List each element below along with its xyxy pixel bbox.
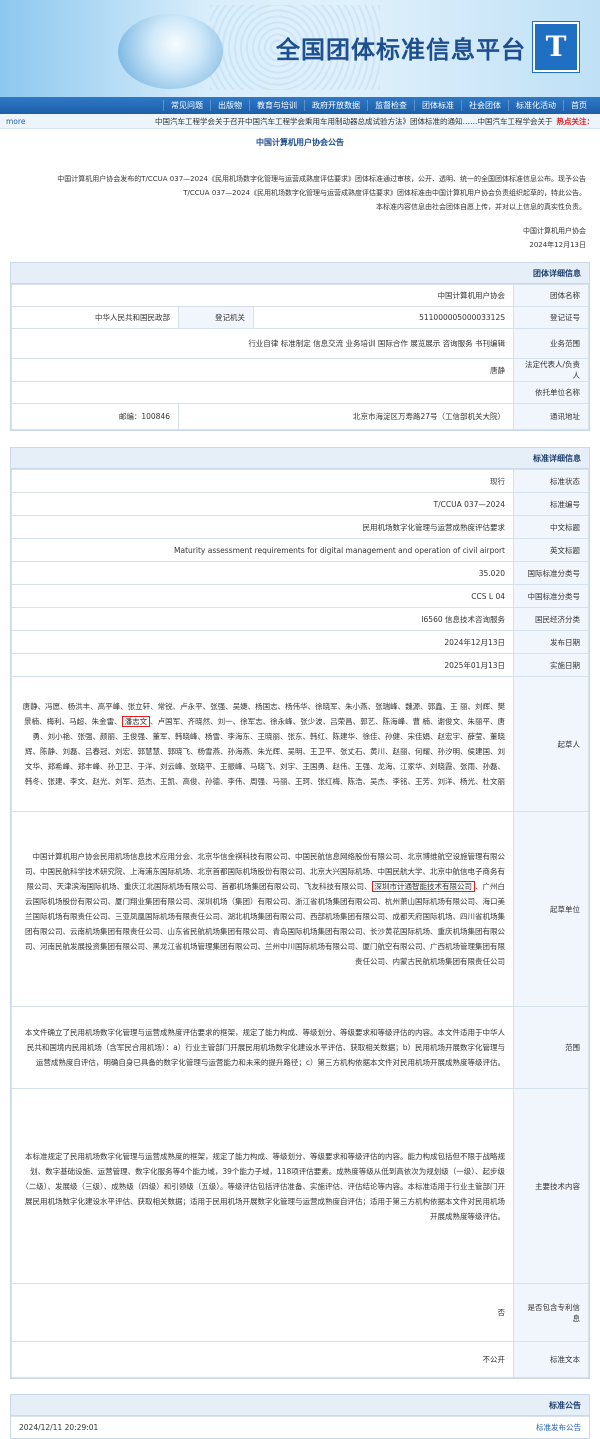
nav-faq[interactable]: 常见问题 (163, 100, 210, 111)
hot-topics-bar: 热点关注： 中国汽车工程学会关于召开中国汽车工程学会乘用车用制动器总成试验方法》… (0, 114, 600, 129)
std-cn-label: 中文标题 (513, 515, 589, 539)
std-no-value: T/CCUA 037—2024 (11, 492, 514, 516)
globe-decoration (118, 14, 223, 89)
org-name-label: 团体名称 (513, 284, 589, 307)
logo-mark: T (545, 30, 567, 63)
std-status-value: 现行 (11, 469, 514, 493)
std-impl-value: 2025年01月13日 (11, 653, 514, 677)
notice-signature: 中国计算机用户协会 2024年12月13日 (0, 224, 600, 252)
unit-highlight: 深圳市计通智能技术有限公司 (371, 881, 475, 892)
std-ics-label: 国际标准分类号 (513, 561, 589, 585)
std-text-label: 标准文本 (513, 1341, 589, 1378)
standard-panel: 标准详细信息 现行 标准状态 T/CCUA 037—2024 标准编号 民用机场数字… (10, 447, 590, 1379)
org-postcode-label: 邮编： (118, 412, 142, 421)
main-nav: 首页 标准化活动 社会团体 团体标准 监督检查 政府开放数据 教育与培训 出版物… (0, 97, 600, 114)
std-ccs-label: 中国标准分类号 (513, 584, 589, 608)
nav-group-standards[interactable]: 团体标准 (414, 100, 461, 111)
site-title: 全国团体标准信息平台 (276, 36, 526, 64)
drafters-part2: 、卢国军、齐晓然、刘一、徐军志、徐永峰、张少波、吕荣昌、郭艺、陈海峰、曹 楠、谢… (25, 717, 505, 786)
announce-link[interactable]: 标准发布公告 (536, 1422, 581, 1433)
nav-supervision[interactable]: 监督检查 (367, 100, 414, 111)
announce-row: 2024/12/11 20:29:01 标准发布公告 (11, 1416, 589, 1438)
std-tech-value: 本标准规定了民用机场数字化管理与运营成熟度的框架，规定了能力构成、等级划分、等级… (11, 1088, 514, 1284)
site-logo[interactable]: T (533, 22, 579, 72)
org-addr-label: 通讯地址 (513, 403, 589, 430)
org-addr-value: 北京市海淀区万寿路27号（工信部机关大院） (178, 403, 514, 430)
std-impl-label: 实施日期 (513, 653, 589, 677)
std-range-label: 范围 (513, 1006, 589, 1089)
org-panel: 团体详细信息 中国计算机用户协会 团体名称 中华人民共和国民政部 登记机关 51… (10, 262, 590, 431)
standard-panel-title: 标准详细信息 (11, 448, 589, 469)
units-part2: 、广州白云国际机场股份有限公司、厦门翔业集团有限公司、深圳机场（集团）有限公司、… (25, 882, 505, 966)
std-pub-label: 发布日期 (513, 630, 589, 654)
notice-paragraph: T/CCUA 037—2024《民用机场数字化管理与运营成熟度评估要求》团体标准… (183, 189, 586, 197)
standard-table: 现行 标准状态 T/CCUA 037—2024 标准编号 民用机场数字化管理与运营成… (11, 469, 589, 1378)
hot-topics-ticker[interactable]: 中国汽车工程学会关于召开中国汽车工程学会乘用车用制动器总成试验方法》团体标准的通… (35, 116, 553, 127)
std-range-value: 本文件确立了民用机场数字化管理与运营成熟度评估要求的框架，规定了能力构成、等级划… (11, 1006, 514, 1089)
org-reg-label: 登记机关 (178, 306, 254, 329)
org-code-value: 51100000500003312S (253, 306, 514, 329)
std-cn-value: 民用机场数字化管理与运营成熟度评估要求 (11, 515, 514, 539)
org-postcode-value: 100846 (141, 412, 170, 421)
notice-date: 2024年12月13日 (529, 241, 586, 249)
org-postcode: 邮编：100846 (11, 403, 179, 430)
org-reg-value: 中华人民共和国民政部 (11, 306, 179, 329)
std-status-label: 标准状态 (513, 469, 589, 493)
notice-body: 中国计算机用户协会发布的T/CCUA 037—2024《民用机场数字化管理与运营… (0, 172, 600, 214)
org-unit-value (11, 381, 514, 404)
nav-home[interactable]: 首页 (563, 100, 594, 111)
org-legal-label: 法定代表人/负责人 (513, 358, 589, 382)
org-unit-label: 依托单位名称 (513, 381, 589, 404)
std-en-value: Maturity assessment requirements for dig… (11, 538, 514, 562)
std-ics-value: 35.020 (11, 561, 514, 585)
notice-paragraph: 本标准内容信息由社会团体自愿上传，并对以上信息的真实性负责。 (376, 203, 586, 211)
announce-panel-title: 标准公告 (11, 1395, 589, 1416)
std-eco-value: I6560 信息技术咨询服务 (11, 607, 514, 631)
drafter-highlight: 潘志文 (121, 716, 151, 727)
std-units-label: 起草单位 (513, 811, 589, 1007)
org-code-label: 登记证号 (513, 306, 589, 329)
std-units-value: 中国计算机用户协会民用机场信息技术应用分会、北京华信金祺科技有限公司、中国民航信… (11, 811, 514, 1007)
std-no-label: 标准编号 (513, 492, 589, 516)
nav-organizations[interactable]: 社会团体 (461, 100, 508, 111)
org-name-value: 中国计算机用户协会 (11, 284, 514, 307)
org-panel-title: 团体详细信息 (11, 263, 589, 284)
org-scope-value: 行业自律 标准制定 信息交流 业务培训 国际合作 展览展示 咨询服务 书刊编辑 (11, 328, 514, 359)
std-en-label: 英文标题 (513, 538, 589, 562)
nav-training[interactable]: 教育与培训 (249, 100, 304, 111)
org-legal-value: 唐静 (11, 358, 514, 382)
std-eco-label: 国民经济分类 (513, 607, 589, 631)
site-header: 全国团体标准信息平台 T (0, 0, 600, 97)
nav-publications[interactable]: 出版物 (210, 100, 249, 111)
std-patent-value: 否 (11, 1283, 514, 1342)
nav-open-data[interactable]: 政府开放数据 (304, 100, 367, 111)
org-scope-label: 业务范围 (513, 328, 589, 359)
more-link[interactable]: more (6, 117, 25, 126)
notice-signer: 中国计算机用户协会 (523, 227, 586, 235)
notice-title: 中国计算机用户协会公告 (256, 138, 344, 147)
nav-standardization[interactable]: 标准化活动 (508, 100, 563, 111)
std-tech-label: 主要技术内容 (513, 1088, 589, 1284)
announce-time: 2024/12/11 20:29:01 (19, 1423, 99, 1432)
std-patent-label: 是否包含专利信息 (513, 1283, 589, 1342)
std-drafters-label: 起草人 (513, 676, 589, 812)
std-drafters-value: 唐静、冯愿、杨洪丰、高平峰、张立轩、常锐、卢永平、张强、吴婕、杨国志、杨伟华、徐… (11, 676, 514, 812)
std-text-value: 不公开 (11, 1341, 514, 1378)
org-table: 中国计算机用户协会 团体名称 中华人民共和国民政部 登记机关 511000005… (11, 284, 589, 430)
hot-topics-label: 热点关注： (556, 116, 595, 126)
std-pub-value: 2024年12月13日 (11, 630, 514, 654)
std-ccs-value: CCS L 04 (11, 584, 514, 608)
announce-panel: 标准公告 2024/12/11 20:29:01 标准发布公告 (10, 1394, 590, 1439)
notice-paragraph: 中国计算机用户协会发布的T/CCUA 037—2024《民用机场数字化管理与运营… (57, 175, 586, 183)
